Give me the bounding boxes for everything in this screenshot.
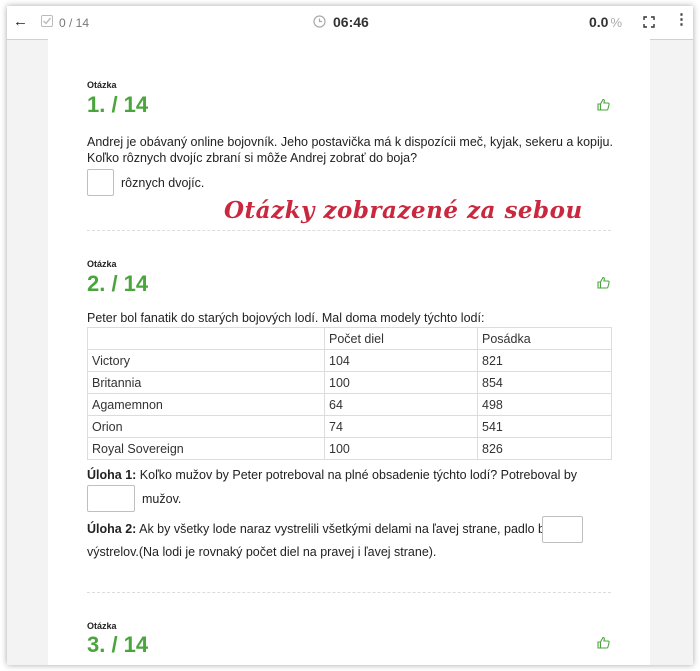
question-3-number: 3. / 14: [87, 632, 149, 657]
task-2-text: Ak by všetky lode naraz vystrelili všetk…: [139, 522, 552, 536]
question-1-number: 1. / 14: [87, 92, 149, 117]
table-header-cell: Posádka: [477, 327, 612, 350]
table-header-row: Počet diel Posádka: [87, 327, 612, 350]
question-2-intro: Peter bol fanatik do starých bojových lo…: [87, 311, 485, 325]
task-1-label: Úloha 1:: [87, 468, 137, 482]
task-1: Úloha 1: Koľko mužov by Peter potreboval…: [87, 467, 577, 484]
clock-icon: [313, 15, 326, 28]
task-1-suffix: mužov.: [142, 492, 182, 506]
table-cell: 104: [324, 349, 478, 372]
table-cell: Royal Sovereign: [87, 437, 325, 460]
thumbs-up-icon[interactable]: [597, 98, 610, 111]
table-cell: 541: [477, 415, 612, 438]
table-cell: 64: [324, 393, 478, 416]
answer-suffix-q1: rôznych dvojíc.: [121, 176, 205, 190]
score: 0.0%: [589, 14, 622, 30]
check-icon: [41, 15, 53, 27]
answer-input-q2-task2[interactable]: [542, 516, 583, 543]
question-1-text-line2: Koľko rôznych dvojíc zbraní si môže Andr…: [87, 151, 418, 165]
table-row: Royal Sovereign 100 826: [87, 437, 612, 460]
app-window: ← 0 / 14 06:46 0.0% ⋮ Otázka 1. / 14 And…: [7, 6, 693, 665]
question-3-label: Otázka: [87, 621, 117, 631]
table-cell: 100: [324, 437, 478, 460]
question-divider: [87, 592, 611, 593]
table-cell: 498: [477, 393, 612, 416]
timer: 06:46: [333, 14, 369, 30]
thumbs-up-icon[interactable]: [597, 636, 610, 649]
table-row: Orion 74 541: [87, 415, 612, 438]
table-row: Agamemnon 64 498: [87, 393, 612, 416]
ships-table: Počet diel Posádka Victory 104 821 Brita…: [87, 327, 612, 460]
table-cell: 826: [477, 437, 612, 460]
more-icon[interactable]: ⋮: [674, 12, 689, 28]
table-cell: 74: [324, 415, 478, 438]
table-row: Britannia 100 854: [87, 371, 612, 394]
question-1-label: Otázka: [87, 80, 117, 90]
table-header-cell: [87, 327, 325, 350]
question-divider: [87, 230, 611, 231]
question-sheet: Otázka 1. / 14 Andrej je obávaný online …: [48, 39, 650, 665]
task-1-text: Koľko mužov by Peter potreboval na plné …: [139, 468, 578, 482]
question-1-text-line1: Andrej je obávaný online bojovník. Jeho …: [87, 135, 613, 149]
table-cell: 821: [477, 349, 612, 372]
back-arrow-icon[interactable]: ←: [13, 14, 28, 30]
task-2-suffix: výstrelov.(Na lodi je rovnaký počet diel…: [87, 545, 437, 559]
task-2-label: Úloha 2:: [87, 522, 137, 536]
answer-input-q1[interactable]: [87, 169, 114, 196]
thumbs-up-icon[interactable]: [597, 276, 610, 289]
question-2-number: 2. / 14: [87, 271, 149, 296]
answer-input-q2-task1[interactable]: [87, 485, 135, 512]
progress-counter: 0 / 14: [59, 16, 90, 30]
table-row: Victory 104 821: [87, 349, 612, 372]
annotation-overlay: Otázky zobrazené za sebou: [224, 197, 583, 224]
table-cell: Orion: [87, 415, 325, 438]
score-unit: %: [610, 15, 623, 30]
fullscreen-icon[interactable]: [643, 16, 655, 28]
table-cell: 854: [477, 371, 612, 394]
table-cell: Britannia: [87, 371, 325, 394]
task-2: Úloha 2: Ak by všetky lode naraz vystrel…: [87, 521, 551, 538]
top-toolbar: ← 0 / 14 06:46 0.0% ⋮: [7, 6, 693, 40]
table-cell: Victory: [87, 349, 325, 372]
table-cell: 100: [324, 371, 478, 394]
score-value: 0.0: [589, 14, 609, 30]
table-cell: Agamemnon: [87, 393, 325, 416]
table-header-cell: Počet diel: [324, 327, 478, 350]
question-2-label: Otázka: [87, 259, 117, 269]
